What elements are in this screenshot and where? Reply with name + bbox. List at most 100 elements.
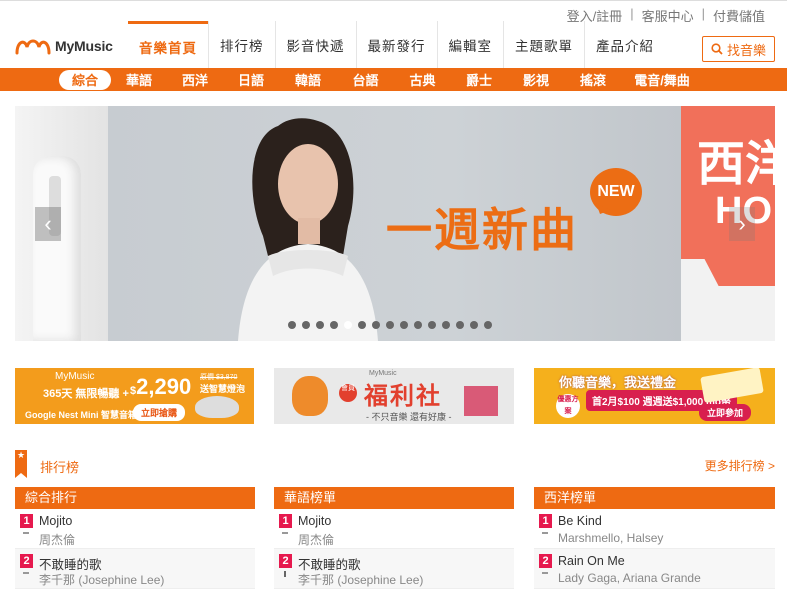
chart-row[interactable]: 2 Rain On Me Lady Gaga, Ariana Grande <box>534 549 775 589</box>
carousel-slide-previous[interactable] <box>15 106 108 341</box>
nav-products[interactable]: 產品介紹 <box>584 21 665 69</box>
genre-bar: 綜合 華語 西洋 日語 韓語 台語 古典 爵士 影視 搖滾 電音/舞曲 <box>0 68 787 91</box>
logo[interactable]: MyMusic <box>15 37 113 55</box>
new-badge: NEW <box>590 168 642 216</box>
search-button[interactable]: 找音樂 <box>702 36 775 62</box>
section-title: 排行榜 <box>40 460 80 475</box>
banner-mymusic-bundle[interactable]: MyMusic 365天 無限暢聽 + Google Nest Mini 智慧音… <box>15 368 254 424</box>
trend-same-icon <box>542 572 548 574</box>
carousel-prev-button[interactable]: ‹ <box>35 207 61 241</box>
rank-badge: 1 <box>20 514 33 528</box>
carousel-slide-next[interactable]: 西洋 HO <box>681 106 775 341</box>
star-bookmark-icon: ★ <box>15 450 27 478</box>
carousel-dot[interactable] <box>302 321 310 329</box>
rank-badge: 1 <box>539 514 552 528</box>
artist-name[interactable]: 李千那 (Josephine Lee) <box>298 571 423 588</box>
song-title[interactable]: Be Kind <box>558 514 602 528</box>
genre-tab-korean[interactable]: 韓語 <box>279 70 337 90</box>
chart-title[interactable]: 華語榜單 <box>274 487 514 509</box>
carousel-dot[interactable] <box>316 321 324 329</box>
genre-tab-taiwanese[interactable]: 台語 <box>337 70 394 90</box>
trend-same-icon <box>542 532 548 534</box>
pay-link[interactable]: 付費儲值 <box>705 6 773 25</box>
banner-offer: 365天 無限暢聽 + <box>43 388 129 400</box>
carousel-dot[interactable] <box>442 321 450 329</box>
genre-tab-mandarin[interactable]: 華語 <box>111 70 167 90</box>
genre-tab-rock[interactable]: 搖滾 <box>565 70 621 90</box>
artist-name[interactable]: 李千那 (Josephine Lee) <box>39 571 164 588</box>
trend-same-icon <box>23 572 29 574</box>
buy-now-button[interactable]: 立即搶購 <box>133 404 186 421</box>
fox-mascot-image <box>292 376 328 416</box>
artist-name[interactable]: Lady Gaga, Ariana Grande <box>558 571 701 585</box>
genre-tab-electronic[interactable]: 電音/舞曲 <box>621 70 703 90</box>
more-charts-link[interactable]: 更多排行榜 > <box>705 457 775 474</box>
speaker-image <box>195 396 239 418</box>
carousel-dot[interactable] <box>456 321 464 329</box>
rank-badge: 1 <box>279 514 292 528</box>
rank-badge: 2 <box>539 554 552 568</box>
artist-name[interactable]: Marshmello, Halsey <box>558 531 663 545</box>
chart-row[interactable]: 2 不敢睡的歌 李千那 (Josephine Lee) <box>274 549 514 589</box>
carousel-dot[interactable] <box>414 321 422 329</box>
banner-gift: 送智慧燈泡 <box>200 384 246 394</box>
chart-row[interactable]: 1 Mojito 周杰倫 <box>15 509 255 549</box>
banner-subtitle: - 不只音樂 還有好康 - <box>366 412 452 422</box>
chart-row[interactable]: 1 Be Kind Marshmello, Halsey <box>534 509 775 549</box>
chart-row[interactable]: 2 不敢睡的歌 李千那 (Josephine Lee) <box>15 549 255 589</box>
chart-row[interactable]: 1 Mojito 周杰倫 <box>274 509 514 549</box>
genre-tab-jazz[interactable]: 爵士 <box>451 70 507 90</box>
hero-carousel: 一週新曲 NEW 西洋 HO ‹ › <box>15 106 775 341</box>
banner-title: 福利社 <box>364 382 442 410</box>
member-badge: 會員 <box>339 384 357 402</box>
carousel-dot[interactable] <box>400 321 408 329</box>
carousel-dot[interactable] <box>288 321 296 329</box>
slide-title: 一週新曲 <box>386 203 578 257</box>
carousel-dot[interactable] <box>470 321 478 329</box>
artist-name[interactable]: 周杰倫 <box>298 531 334 548</box>
rank-badge: 2 <box>20 554 33 568</box>
nav-new-releases[interactable]: 最新發行 <box>355 21 437 69</box>
chart-title[interactable]: 西洋榜單 <box>534 487 775 509</box>
song-title[interactable]: Mojito <box>39 514 72 528</box>
banner-welfare[interactable]: 會員 MyMusic 福利社 - 不只音樂 還有好康 - <box>274 368 514 424</box>
banner-brand: MyMusic <box>55 371 95 382</box>
genre-tabs: 綜合 華語 西洋 日語 韓語 台語 古典 爵士 影視 搖滾 電音/舞曲 <box>59 69 703 90</box>
banner-gift-campaign[interactable]: 你聽音樂，我送禮金 優惠方案 首2月$100 週週送$1,000 mo幣 立即參… <box>534 368 775 424</box>
nav-charts[interactable]: 排行榜 <box>208 21 275 69</box>
carousel-dot[interactable] <box>372 321 380 329</box>
logo-text: MyMusic <box>55 38 113 54</box>
trend-up-icon <box>284 571 286 577</box>
genre-tab-japanese[interactable]: 日語 <box>223 70 279 90</box>
join-now-button[interactable]: 立即參加 <box>699 404 752 421</box>
artist-name[interactable]: 周杰倫 <box>39 531 75 548</box>
carousel-dots <box>288 321 492 329</box>
chart-mandarin: 華語榜單 1 Mojito 周杰倫 2 不敢睡的歌 李千那 (Josephine… <box>274 487 514 589</box>
genre-tab-all[interactable]: 綜合 <box>59 69 111 90</box>
nav-home[interactable]: 音樂首頁 <box>128 21 208 69</box>
song-title[interactable]: Mojito <box>298 514 331 528</box>
banner-title: 你聽音樂，我送禮金 <box>559 375 677 390</box>
chart-overall: 綜合排行 1 Mojito 周杰倫 2 不敢睡的歌 李千那 (Josephine… <box>15 487 255 589</box>
genre-tab-classical[interactable]: 古典 <box>394 70 451 90</box>
carousel-dot[interactable] <box>344 321 352 329</box>
nav-editorial[interactable]: 編輯室 <box>436 21 504 69</box>
main-nav: 音樂首頁 排行榜 影音快遞 最新發行 編輯室 主題歌單 產品介紹 <box>128 21 665 69</box>
carousel-dot[interactable] <box>428 321 436 329</box>
header: 登入/註冊 | 客服中心 | 付費儲值 MyMusic 音樂首頁 排行榜 影音快… <box>0 0 787 69</box>
genre-tab-film[interactable]: 影視 <box>507 70 565 90</box>
carousel-dot[interactable] <box>484 321 492 329</box>
carousel-dot[interactable] <box>386 321 394 329</box>
nav-playlists[interactable]: 主題歌單 <box>503 21 584 69</box>
carousel-dot[interactable] <box>358 321 366 329</box>
genre-tab-western[interactable]: 西洋 <box>167 70 223 90</box>
song-title[interactable]: Rain On Me <box>558 554 625 568</box>
banner-original-price: 原價 $3,870 <box>200 374 238 381</box>
carousel-dot[interactable] <box>330 321 338 329</box>
carousel-slide-current[interactable]: 一週新曲 NEW <box>108 106 681 341</box>
nav-videos[interactable]: 影音快遞 <box>274 21 356 69</box>
banner-price: $2,290 <box>130 374 192 399</box>
trend-same-icon <box>282 532 288 534</box>
chart-title[interactable]: 綜合排行 <box>15 487 255 509</box>
carousel-next-button[interactable]: › <box>729 207 755 241</box>
